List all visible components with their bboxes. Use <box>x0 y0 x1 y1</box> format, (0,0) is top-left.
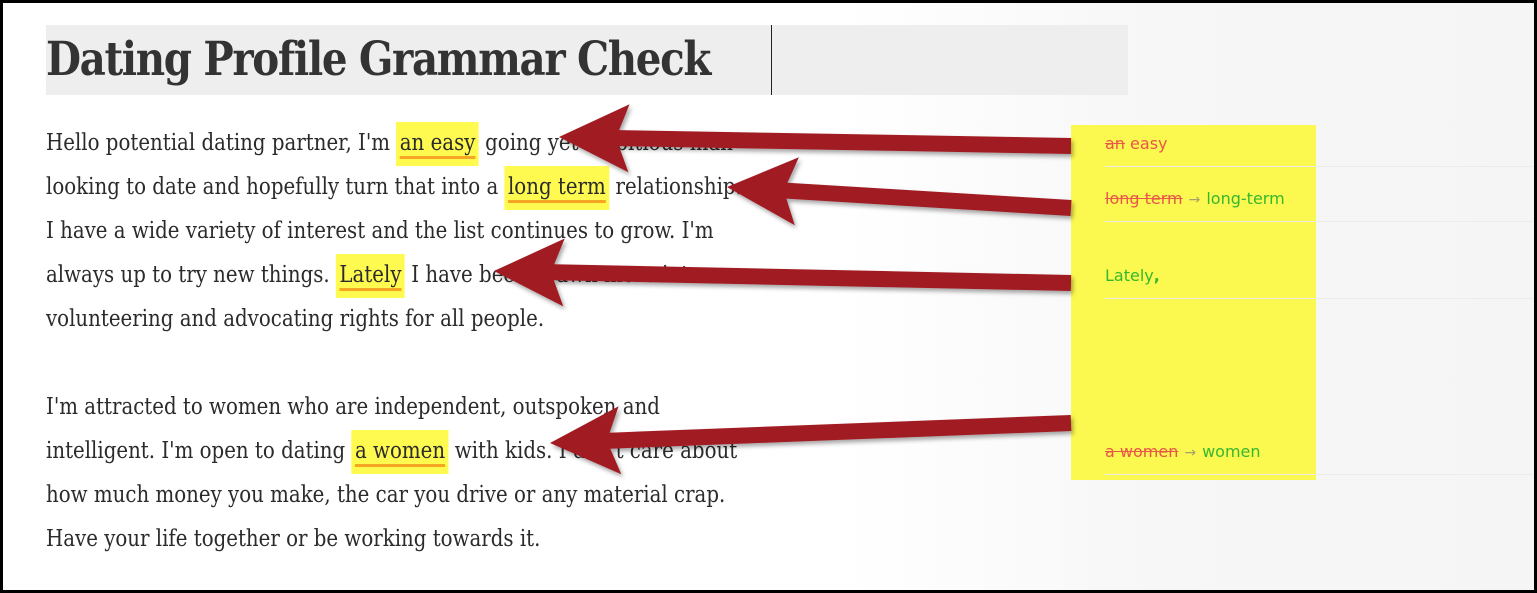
annotation-arrow-long-term <box>727 157 1072 226</box>
editor-window: Dating Profile Grammar Check Hello poten… <box>3 3 1534 590</box>
annotation-arrows <box>494 104 1072 475</box>
annotation-arrow-an-easy <box>559 104 1072 173</box>
annotation-arrow-a-women <box>550 406 1072 475</box>
annotation-arrow-lately <box>494 238 1072 307</box>
